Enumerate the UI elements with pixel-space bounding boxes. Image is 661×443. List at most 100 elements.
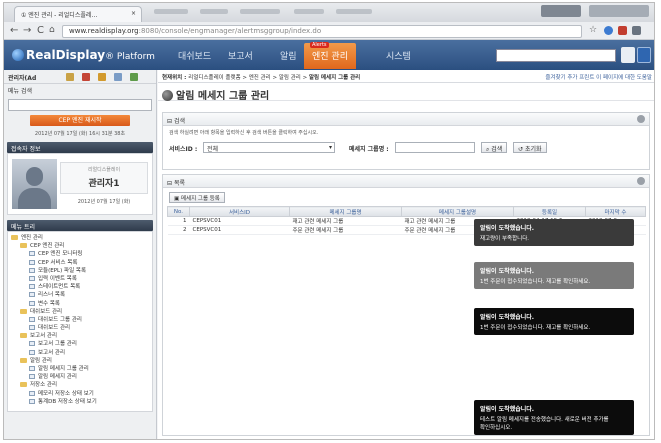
breadcrumb-current: 알림 메세지 그룹 관리 <box>308 75 361 81</box>
edit-icon[interactable] <box>98 73 106 81</box>
column-header[interactable]: No. <box>167 206 190 217</box>
toast-body: 1번 주문이 접수되었습니다. 재고를 확인하세요. <box>480 279 591 285</box>
page-icon <box>29 316 35 322</box>
address-bar[interactable]: www.realdisplay.org:8080/console/engmana… <box>62 25 582 38</box>
tree-item[interactable]: 통계DB 저장소 상태 보기 <box>11 398 149 406</box>
search-hint: 검색 하실려면 아래 항목을 입력하신 후 검색 버튼을 클릭하여 주십시오. <box>169 130 319 136</box>
tree-item[interactable]: 대쉬보드 그룹 관리 <box>11 316 149 324</box>
logo-text: RealDisplay <box>26 48 106 62</box>
toast-title: 알림이 도착했습니다. <box>480 225 535 232</box>
tree-item[interactable]: 알림 메세지 그룹 관리 <box>11 365 149 373</box>
page-icon <box>29 374 35 380</box>
url-host: www.realdisplay.org <box>69 27 139 35</box>
reload-icon[interactable]: C <box>37 25 44 36</box>
search-panel: ⊟ 검색 검색 하실려면 아래 항목을 입력하신 후 검색 버튼을 클릭하여 주… <box>162 112 650 170</box>
alert-toast[interactable]: 알림이 도착했습니다. 1번 주문이 접수되었습니다. 재고를 확인하세요. <box>474 308 634 335</box>
tree-item[interactable]: 스테이트먼트 목록 <box>11 283 149 291</box>
wrench-icon[interactable] <box>632 26 641 35</box>
tree-item[interactable]: CEP 서비스 목록 <box>11 259 149 267</box>
tree-item-label: 리스너 목록 <box>38 292 66 299</box>
bookmark-placeholder <box>200 9 228 14</box>
page-actions[interactable]: 즐겨찾기 추가 프린트 이 페이지에 대한 도움말 <box>545 73 652 81</box>
folder-icon <box>20 308 27 314</box>
tree-item[interactable]: 입력 이벤트 목록 <box>11 275 149 283</box>
user-icon[interactable] <box>66 73 74 81</box>
menu-report[interactable]: 보고서 <box>228 49 253 62</box>
page-icon <box>29 325 35 331</box>
browser-tab[interactable]: ① 엔진 관리 - 리얼디스플레… × <box>14 6 142 22</box>
forward-icon[interactable]: → <box>23 25 31 36</box>
address-row: ← → C ⌂ www.realdisplay.org:8080/console… <box>4 22 654 40</box>
tree-item[interactable]: 보고서 그룹 관리 <box>11 340 149 348</box>
back-icon[interactable]: ← <box>10 25 18 36</box>
main-content: 현재위치 : 리얼디스플레이 플랫폼 > 엔진 관리 > 알림 관리 > 알림 … <box>158 70 654 439</box>
menu-dashboard[interactable]: 대쉬보드 <box>178 49 211 62</box>
avatar <box>12 159 57 209</box>
tree-item-label: CEP 엔진 관리 <box>30 243 65 250</box>
url-path: :8080/console/engmanager/alertmsggroup/i… <box>138 27 322 35</box>
breadcrumb-path: 리얼디스플레이 플랫폼 > 엔진 관리 > 알림 관리 > <box>188 75 309 81</box>
page-icon <box>29 251 35 257</box>
window-controls[interactable] <box>589 5 649 17</box>
tree-item-label: 통계DB 저장소 상태 보기 <box>38 398 97 405</box>
search-button-label: 검색 <box>491 146 503 153</box>
menu-system[interactable]: 시스템 <box>386 49 411 62</box>
list-panel: ⊟ 목록 ▣ 메세지 그룹 등록 No. 서비스ID 메세지 그룹명 메세지 그룹설명… <box>162 174 650 436</box>
tree-item[interactable]: 모듈(EPL) 파일 목록 <box>11 267 149 275</box>
column-header[interactable]: 메세지 그룹설명 <box>401 206 514 217</box>
tree-item[interactable]: 메모리 저장소 상태 보기 <box>11 390 149 398</box>
tree-item[interactable]: 저장소 관리 <box>11 381 149 389</box>
tree-item[interactable]: 대쉬보드 관리 <box>11 324 149 332</box>
gear-icon[interactable] <box>637 177 645 185</box>
cep-restart-button[interactable]: CEP 엔진 재시작 <box>30 115 130 126</box>
search-icon[interactable] <box>621 47 635 63</box>
folder-icon <box>20 333 27 339</box>
settings-icon[interactable] <box>130 73 138 81</box>
search-panel-header: ⊟ 검색 <box>163 113 649 126</box>
service-id-select[interactable]: 전체 ▾ <box>203 142 335 153</box>
search-button[interactable]: ⌕ 검색 <box>481 142 508 153</box>
power-icon[interactable] <box>637 47 651 63</box>
star-icon[interactable]: ☆ <box>589 25 597 35</box>
register-button-label: 메세지 그룹 등록 <box>180 196 220 202</box>
tree-item[interactable]: 보고서 관리 <box>11 332 149 340</box>
column-header[interactable]: 서비스ID <box>189 206 290 217</box>
register-group-button[interactable]: ▣ 메세지 그룹 등록 <box>169 192 225 203</box>
alert-toast[interactable]: 알림이 도착했습니다. 재고량이 부족합니다. <box>474 219 634 246</box>
menu-alert[interactable]: 알림 <box>280 49 297 62</box>
group-name-input[interactable] <box>395 142 475 153</box>
list-panel-title: 목록 <box>173 180 185 187</box>
page-icon <box>29 349 35 355</box>
lock-icon[interactable] <box>114 73 122 81</box>
tree-item-label: 대쉬보드 관리 <box>38 325 71 332</box>
tree-item[interactable]: 보고서 관리 <box>11 349 149 357</box>
column-header[interactable]: 등록일 <box>513 206 586 217</box>
tree-item[interactable]: 대쉬보드 관리 <box>11 308 149 316</box>
tree-item[interactable]: 알림 관리 <box>11 357 149 365</box>
home-icon[interactable]: ⌂ <box>49 25 55 35</box>
menu-search-input[interactable] <box>8 99 152 111</box>
tree-item[interactable]: 변수 목록 <box>11 300 149 308</box>
extension-icon[interactable] <box>604 26 613 35</box>
alert-toast[interactable]: 알림이 도착했습니다. 1번 주문이 접수되었습니다. 재고를 확인하세요. <box>474 262 634 289</box>
alert-toast[interactable]: 알림이 도착했습니다. 테스트 알림 메세지를 전송했습니다. 새로운 버전 추가… <box>474 400 634 435</box>
tree-item[interactable]: 리스너 목록 <box>11 291 149 299</box>
minimize-button[interactable] <box>541 5 581 17</box>
reset-button[interactable]: ↺ 초기화 <box>513 142 547 153</box>
page-icon <box>29 284 35 290</box>
column-header[interactable]: 마지막 수 <box>585 206 646 217</box>
page-icon <box>29 366 35 371</box>
column-header[interactable]: 메세지 그룹명 <box>289 206 402 217</box>
tree-item[interactable]: 알림 메세지 관리 <box>11 373 149 381</box>
tab-close-icon[interactable]: × <box>131 10 136 17</box>
header-search-input[interactable] <box>496 49 616 62</box>
tree-item[interactable]: 엔진 관리 <box>11 234 149 242</box>
tree-item[interactable]: CEP 엔진 관리 <box>11 242 149 250</box>
gear-icon[interactable] <box>637 115 645 123</box>
tree-item[interactable]: CEP 엔진 모니터링 <box>11 250 149 258</box>
home-icon[interactable] <box>82 73 90 81</box>
menu-engine-management[interactable]: Alerts 엔진 관리 <box>304 42 356 69</box>
toast-body: 1번 주문이 접수되었습니다. 재고를 확인하세요. <box>480 325 591 331</box>
extension-icon[interactable] <box>618 26 627 35</box>
app-logo[interactable]: RealDisplay® Platform <box>12 48 155 62</box>
